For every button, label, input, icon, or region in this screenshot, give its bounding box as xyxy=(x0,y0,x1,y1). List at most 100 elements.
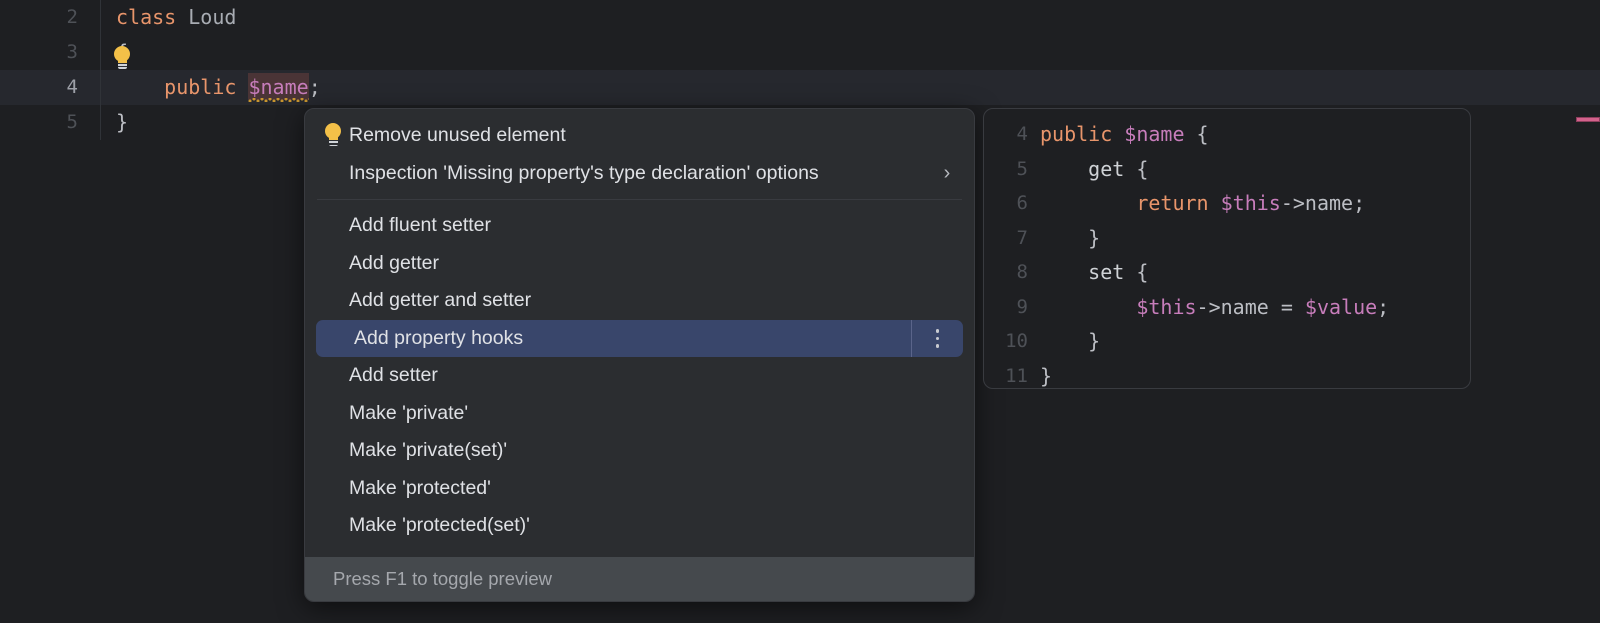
preview-line-content: } xyxy=(1040,329,1100,353)
code-token: get xyxy=(1088,156,1125,181)
line-number: 2 xyxy=(0,0,101,35)
preview-line: 5 get { xyxy=(984,152,1470,187)
preview-line: 6 return $this->name; xyxy=(984,186,1470,221)
menu-item-label: Make 'private' xyxy=(349,401,469,424)
intention-preview-panel: 4 public $name {5 get {6 return $this->na… xyxy=(983,108,1471,389)
menu-item-label: Inspection 'Missing property's type decl… xyxy=(349,161,819,184)
preview-line-content: public $name { xyxy=(1040,122,1209,146)
code-token: $value xyxy=(1304,294,1378,319)
lightbulb-glyph xyxy=(112,45,132,72)
code-token: ->name = xyxy=(1196,294,1305,319)
code-token: $this xyxy=(1136,294,1197,319)
error-stripe-marker[interactable] xyxy=(1576,117,1600,122)
preview-line-content: } xyxy=(1040,226,1100,250)
menu-item[interactable]: Remove unused element xyxy=(305,117,974,155)
menu-item-label: Remove unused element xyxy=(349,124,566,147)
lightbulb-glyph xyxy=(323,122,343,149)
code-token: class xyxy=(116,5,177,29)
code-token: } xyxy=(1088,225,1101,250)
menu-item-label: Add getter and setter xyxy=(349,289,532,312)
code-token: } xyxy=(116,110,129,134)
menu-item[interactable]: Add property hooks xyxy=(316,319,963,357)
line-number: 5 xyxy=(0,105,101,140)
menu-item[interactable]: Add fluent setter xyxy=(305,207,974,245)
preview-line-number: 11 xyxy=(1005,364,1028,387)
intention-actions-popup[interactable]: Remove unused element Inspection 'Missing… xyxy=(304,108,975,602)
preview-line: 11} xyxy=(984,359,1470,389)
preview-line-number: 9 xyxy=(1016,295,1028,318)
code-token: ; xyxy=(1377,294,1390,319)
preview-line-number: 7 xyxy=(1016,226,1028,249)
preview-line-list: 4 public $name {5 get {6 return $this->na… xyxy=(984,117,1470,389)
footer-hint-text: Press F1 to toggle preview xyxy=(333,568,553,589)
more-options-icon[interactable] xyxy=(911,319,963,357)
preview-line-number: 4 xyxy=(1016,123,1028,146)
menu-item[interactable]: Make 'private(set)' xyxy=(305,432,974,470)
preview-line: 8 set { xyxy=(984,255,1470,290)
menu-item-label: Make 'protected(set)' xyxy=(349,514,530,537)
code-token: set xyxy=(1088,260,1125,285)
code-token: } xyxy=(1040,363,1053,388)
menu-separator xyxy=(317,199,962,200)
code-token: Loud xyxy=(188,5,237,29)
line-content: public $name; xyxy=(101,70,321,105)
menu-item[interactable]: Add getter xyxy=(305,245,974,283)
menu-item-label: Make 'protected' xyxy=(349,476,491,499)
editor-line[interactable]: 2 class Loud xyxy=(0,0,1600,35)
menu-item[interactable]: Inspection 'Missing property's type decl… xyxy=(305,155,974,193)
preview-line-content: set { xyxy=(1040,260,1148,284)
line-content: class Loud xyxy=(101,0,236,35)
menu-item-label: Add getter xyxy=(349,251,439,274)
ide-screen: 2class Loud3{4 public $name;5} Remove un… xyxy=(0,0,1600,623)
preview-line-number: 8 xyxy=(1016,261,1028,284)
preview-line: 9 $this->name = $value; xyxy=(984,290,1470,325)
menu-item-label: Add property hooks xyxy=(354,326,524,349)
menu-item[interactable]: Add getter and setter xyxy=(305,282,974,320)
code-token: public xyxy=(164,75,237,99)
menu-item[interactable]: Make 'protected(set)' xyxy=(305,507,974,545)
preview-line: 10 } xyxy=(984,324,1470,359)
preview-line-number: 6 xyxy=(1016,192,1028,215)
preview-line-number: 10 xyxy=(1005,330,1028,353)
code-token: { xyxy=(1124,156,1149,181)
code-token: ; xyxy=(308,75,321,99)
chevron-right-icon[interactable]: › xyxy=(934,162,960,185)
lightbulb-icon[interactable] xyxy=(112,40,132,75)
lightbulb-icon xyxy=(317,122,349,149)
menu-item[interactable]: Make 'private' xyxy=(305,395,974,433)
code-token: $name xyxy=(1124,122,1185,147)
menu-item[interactable]: Make 'protected' xyxy=(305,470,974,508)
code-token: return xyxy=(1136,191,1209,216)
menu-footer-hint: Press F1 to toggle preview xyxy=(305,557,974,601)
menu-item-label: Make 'private(set)' xyxy=(349,439,508,462)
code-token: $this xyxy=(1220,191,1281,216)
line-content: } xyxy=(101,105,128,140)
line-number: 4 xyxy=(0,70,101,105)
preview-line-content: $this->name = $value; xyxy=(1040,295,1389,319)
preview-line-content: get { xyxy=(1040,157,1148,181)
line-number: 3 xyxy=(0,35,101,70)
menu-item[interactable]: Add setter xyxy=(305,357,974,395)
preview-line-number: 5 xyxy=(1016,157,1028,180)
editor-line[interactable]: 3{ xyxy=(0,35,1600,70)
menu-item-label: Add setter xyxy=(349,364,438,387)
menu-item-label: Add fluent setter xyxy=(349,214,492,237)
intention-menu-list[interactable]: Remove unused element Inspection 'Missing… xyxy=(305,109,974,557)
code-token: } xyxy=(1088,329,1101,354)
code-token: public xyxy=(1040,122,1113,147)
preview-line: 7 } xyxy=(984,221,1470,256)
code-token: ->name; xyxy=(1280,191,1366,216)
preview-line-content: } xyxy=(1040,364,1052,388)
editor-line[interactable]: 4 public $name; xyxy=(0,70,1600,105)
